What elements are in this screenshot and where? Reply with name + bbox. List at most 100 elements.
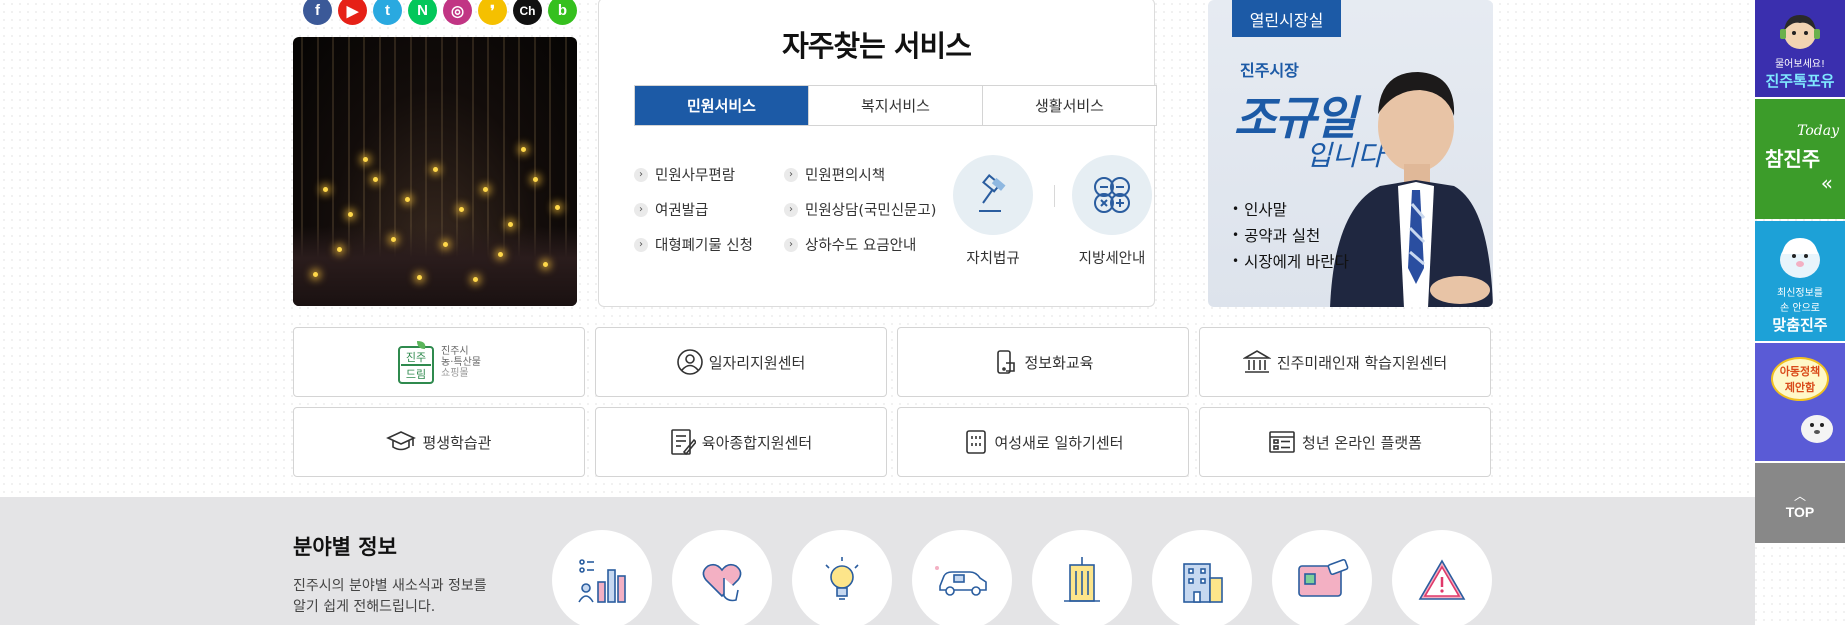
chevron-right-icon: › — [634, 167, 648, 182]
city-building-icon — [1064, 557, 1100, 602]
light-dot — [533, 177, 538, 182]
band-icon[interactable]: b — [548, 0, 577, 25]
light-dot — [473, 277, 478, 282]
office-icon — [965, 430, 986, 454]
chevron-right-icon: › — [784, 202, 798, 217]
services-tabs: 민원서비스 복지서비스 생활서비스 — [634, 85, 1157, 126]
light-dot — [391, 237, 396, 242]
light-dot — [433, 167, 438, 172]
mayor-request-link[interactable]: • 시장에게 바란다 — [1232, 248, 1349, 274]
tab-welfare-service[interactable]: 복지서비스 — [809, 86, 983, 125]
quick-links: 진주 드림 진주시 농·특산물 쇼핑몰 일자리지원센터 정보화교육 진주미래인재 학습… — [293, 327, 1493, 477]
youth-platform-button[interactable]: 청년 온라인 플랫폼 — [1199, 407, 1491, 477]
warning-icon — [1418, 559, 1466, 600]
category-safety[interactable] — [1392, 530, 1492, 625]
light-dot — [363, 157, 368, 162]
light-dot — [443, 242, 448, 247]
collapse-chevron-icon[interactable]: « — [1821, 171, 1833, 195]
services-title: 자주찾는 서비스 — [782, 29, 972, 63]
kakao-channel-icon[interactable]: Ch — [513, 0, 542, 25]
light-dot — [313, 272, 318, 277]
mascot-seal-icon — [1801, 415, 1833, 443]
jinju-dream-logo: 진주 드림 진주시 농·특산물 쇼핑몰 — [397, 339, 481, 385]
mayor-subtitle: 진주시장 — [1240, 61, 1299, 80]
tab-life-service[interactable]: 생활서비스 — [983, 86, 1156, 125]
custom-jinju-button[interactable]: 최신정보를 손 안으로 맞춤진주 — [1755, 221, 1845, 341]
category-welfare[interactable] — [672, 530, 772, 625]
chart-person-icon — [578, 559, 626, 603]
mayor-links: • 인사말 • 공약과 실천 • 시장에게 바란다 — [1232, 196, 1349, 274]
tab-civil-service[interactable]: 민원서비스 — [635, 86, 809, 125]
scroll-top-button[interactable]: ︿ TOP — [1755, 463, 1845, 543]
category-city[interactable] — [1032, 530, 1132, 625]
gavel-icon — [953, 155, 1033, 235]
local-tax-button[interactable]: 지방세안내 — [1072, 155, 1152, 268]
child-policy-proposal-button[interactable]: 아동정책 제안함 — [1755, 343, 1845, 461]
kakaostory-icon[interactable]: ❜ — [478, 0, 507, 25]
instagram-icon[interactable]: ◎ — [443, 0, 472, 25]
service-link[interactable]: › 민원상담(국민신문고) — [784, 200, 944, 219]
heart-hand-icon — [702, 563, 742, 602]
mayor-office-tag: 열린시장실 — [1232, 0, 1341, 37]
chevron-right-icon: › — [634, 202, 648, 217]
car-icon — [935, 566, 987, 596]
future-talent-center-button[interactable]: 진주미래인재 학습지원센터 — [1199, 327, 1491, 397]
category-economy[interactable] — [1272, 530, 1372, 625]
mascot-icon — [1780, 238, 1820, 278]
light-dot — [348, 212, 353, 217]
local-law-button[interactable]: 자치법규 — [953, 155, 1033, 268]
field-info-section: 분야별 정보 진주시의 분야별 새소식과 정보를 알기 쉽게 전해드립니다. — [0, 497, 1755, 625]
service-link[interactable]: › 상하수도 요금안내 — [784, 235, 944, 254]
light-dot — [337, 247, 342, 252]
chevron-right-icon: › — [634, 237, 648, 252]
svg-text:드림: 드림 — [406, 368, 426, 381]
it-education-button[interactable]: 정보화교육 — [897, 327, 1189, 397]
light-dot — [521, 147, 526, 152]
crowd-silhouette — [293, 226, 577, 306]
field-info-description: 진주시의 분야별 새소식과 정보를 알기 쉽게 전해드립니다. — [293, 578, 487, 615]
apartment-icon — [1183, 563, 1223, 603]
light-dot — [405, 197, 410, 202]
twitter-icon[interactable]: t — [373, 0, 402, 25]
divider — [1054, 185, 1055, 207]
speech-bubble: 아동정책 제안함 — [1771, 357, 1829, 401]
youtube-icon[interactable]: ▶ — [338, 0, 367, 25]
light-dot — [483, 187, 488, 192]
banner-photo[interactable] — [293, 37, 577, 306]
jinju-talk-button[interactable]: 물어보세요! 진주톡포유 — [1755, 0, 1845, 97]
light-dot — [498, 252, 503, 257]
mayor-greeting-link[interactable]: • 인사말 — [1232, 196, 1349, 222]
naver-icon[interactable]: N — [408, 0, 437, 25]
today-jinju-button[interactable]: Today 참진주 « — [1755, 99, 1845, 219]
childcare-center-button[interactable]: 육아종합지원센터 — [595, 407, 887, 477]
service-link[interactable]: › 여권발급 — [634, 200, 784, 219]
social-links: f ▶ t N ◎ ❜ Ch b — [303, 0, 577, 28]
mayor-pledge-link[interactable]: • 공약과 실천 — [1232, 222, 1349, 248]
light-dot — [555, 205, 560, 210]
service-link[interactable]: › 민원사무편람 — [634, 165, 784, 184]
category-housing[interactable] — [1152, 530, 1252, 625]
lifelong-learning-button[interactable]: 평생학습관 — [293, 407, 585, 477]
wallet-card-icon — [1298, 558, 1349, 597]
category-traffic[interactable] — [912, 530, 1012, 625]
mayor-office-card[interactable]: 열린시장실 진주시장 조규일 입니다 • 인사말 • 공약과 실천 • 시장에게 바란… — [1208, 0, 1493, 307]
facebook-icon[interactable]: f — [303, 0, 332, 25]
field-info-title: 분야별 정보 — [293, 535, 397, 559]
category-chart-person[interactable] — [552, 530, 652, 625]
frequent-services-panel: 자주찾는 서비스 민원서비스 복지서비스 생활서비스 › 민원사무편람 › 민원편의… — [598, 0, 1157, 307]
chevron-right-icon: › — [784, 167, 798, 182]
svg-text:진주: 진주 — [406, 351, 426, 364]
list-board-icon — [1269, 431, 1295, 453]
person-icon — [676, 349, 703, 375]
category-ideas[interactable] — [792, 530, 892, 625]
light-dot — [323, 187, 328, 192]
service-link[interactable]: › 민원편의시책 — [784, 165, 944, 184]
building-icon — [1242, 350, 1271, 373]
jinju-dream-mall-button[interactable]: 진주 드림 진주시 농·특산물 쇼핑몰 — [293, 327, 585, 397]
chevron-right-icon: › — [784, 237, 798, 252]
light-dot — [417, 275, 422, 280]
service-link[interactable]: › 대형폐기물 신청 — [634, 235, 784, 254]
job-center-button[interactable]: 일자리지원센터 — [595, 327, 887, 397]
women-work-center-button[interactable]: 여성새로 일하기센터 — [897, 407, 1189, 477]
light-dot — [459, 207, 464, 212]
